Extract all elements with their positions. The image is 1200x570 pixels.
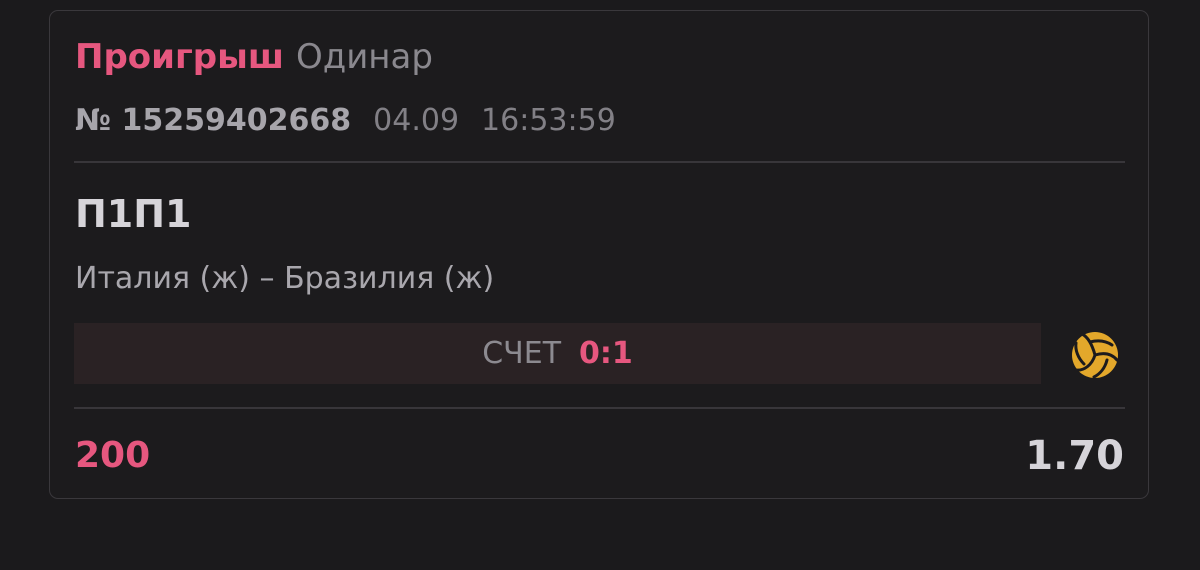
odds-value: 1.70 <box>1025 433 1124 479</box>
score-label: СЧЕТ <box>482 336 562 371</box>
bet-meta: № 15259402668 04.09 16:53:59 <box>75 103 616 139</box>
divider <box>74 407 1125 409</box>
bet-status: Проигрыш <box>75 37 284 77</box>
score-bar: СЧЕТ 0:1 <box>74 323 1041 384</box>
bet-header: Проигрыш Одинар <box>75 37 433 77</box>
score-value: 0:1 <box>579 336 633 371</box>
bet-date: 04.09 <box>373 103 460 138</box>
divider <box>74 161 1125 163</box>
ticket-number: № 15259402668 <box>75 103 352 138</box>
stake-amount: 200 <box>75 435 151 476</box>
match-name: Италия (ж) – Бразилия (ж) <box>75 261 495 296</box>
volleyball-icon <box>1072 332 1119 379</box>
bet-type: Одинар <box>295 37 433 77</box>
market-name: П1П1 <box>75 192 192 236</box>
bet-card[interactable]: Проигрыш Одинар № 15259402668 04.09 16:53:5… <box>49 10 1149 499</box>
bet-time: 16:53:59 <box>481 103 616 138</box>
